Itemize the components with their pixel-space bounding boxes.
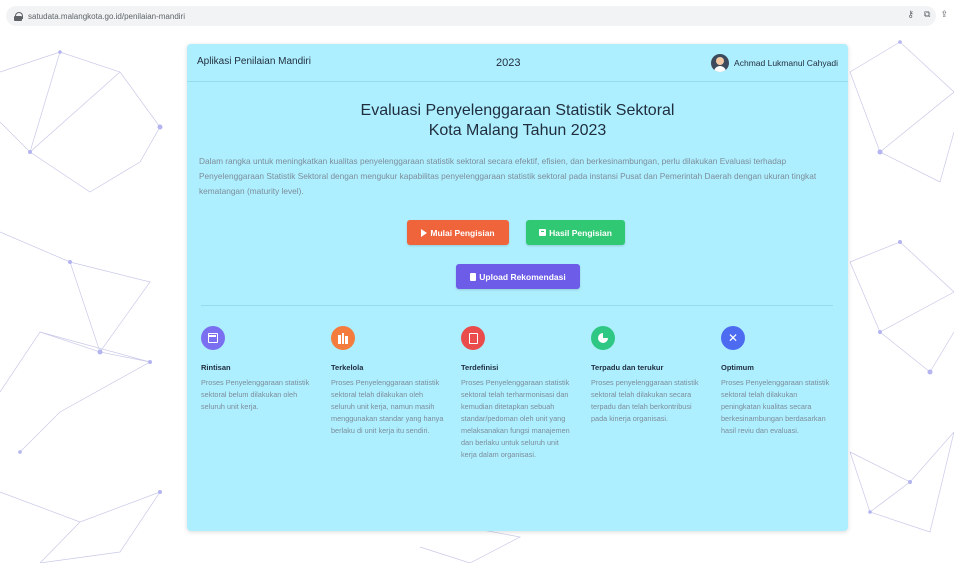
app-header: Aplikasi Penilaian Mandiri 2023 Achmad L… [187,44,848,82]
level-terkelola: Terkelola Proses Penyelenggaraan statist… [331,326,446,437]
results-button[interactable]: Hasil Pengisian [526,220,625,245]
avatar [711,54,730,72]
address-bar[interactable]: satudata.malangkota.go.id/penilaian-mand… [6,6,936,26]
level-name: Terkelola [331,363,364,372]
browser-actions: ⚷ ⧉ ⇪ [907,9,948,20]
key-icon[interactable]: ⚷ [907,9,914,20]
level-name: Optimum [721,363,754,372]
level-name: Terpadu dan terukur [591,363,664,372]
level-description: Proses penyelenggaraan statistik sektora… [591,378,699,423]
title-line-1: Evaluasi Penyelenggaraan Statistik Sekto… [360,102,675,119]
list-icon [539,229,547,236]
user-menu[interactable]: Achmad Lukmanul Cahyadi [711,54,838,72]
level-description: Proses Penyelenggaraan statistik sektora… [461,378,570,459]
divider [201,305,833,306]
translate-icon[interactable]: ⧉ [924,9,930,20]
books-icon [331,326,355,350]
user-name[interactable]: Achmad Lukmanul Cahyadi [734,58,838,68]
page-title: Evaluasi Penyelenggaraan Statistik Sekto… [187,101,848,141]
app-name[interactable]: Aplikasi Penilaian Mandiri [197,56,311,67]
lock-icon [14,11,23,21]
start-filling-label: Mulai Pengisian [430,227,495,238]
level-rintisan: Rintisan Proses Penyelenggaraan statisti… [201,326,316,413]
level-terpadu: Terpadu dan terukur Proses penyelenggara… [591,326,706,425]
book-icon [461,326,485,350]
share-icon[interactable]: ⇪ [940,9,948,20]
url-text[interactable]: satudata.malangkota.go.id/penilaian-mand… [28,12,185,21]
level-terdefinisi: Terdefinisi Proses Penyelenggaraan stati… [461,326,576,461]
browser-bar: satudata.malangkota.go.id/penilaian-mand… [0,0,954,32]
level-optimum: ✕ Optimum Proses Penyelenggaraan statist… [721,326,836,437]
upload-recommendation-button[interactable]: Upload Rekomendasi [456,264,580,289]
level-description: Proses Penyelenggaraan statistik sektora… [721,378,830,435]
play-icon [421,228,428,237]
calendar-icon [201,326,225,350]
level-name: Rintisan [201,363,231,372]
upload-recommendation-label: Upload Rekomendasi [479,271,566,282]
start-filling-button[interactable]: Mulai Pengisian [407,220,509,245]
results-label: Hasil Pengisian [549,227,612,238]
page-description: Dalam rangka untuk meningkatkan kualitas… [199,156,817,196]
year-label: 2023 [496,57,521,69]
pie-chart-icon [591,326,615,350]
assessment-card: Aplikasi Penilaian Mandiri 2023 Achmad L… [187,44,848,531]
level-description: Proses Penyelenggaraan statistik sektora… [201,378,310,411]
file-icon [470,272,477,281]
title-line-2: Kota Malang Tahun 2023 [428,122,607,139]
level-name: Terdefinisi [461,363,499,372]
tools-icon: ✕ [721,326,745,350]
level-description: Proses Penyelenggaraan statistik sektora… [331,378,444,435]
